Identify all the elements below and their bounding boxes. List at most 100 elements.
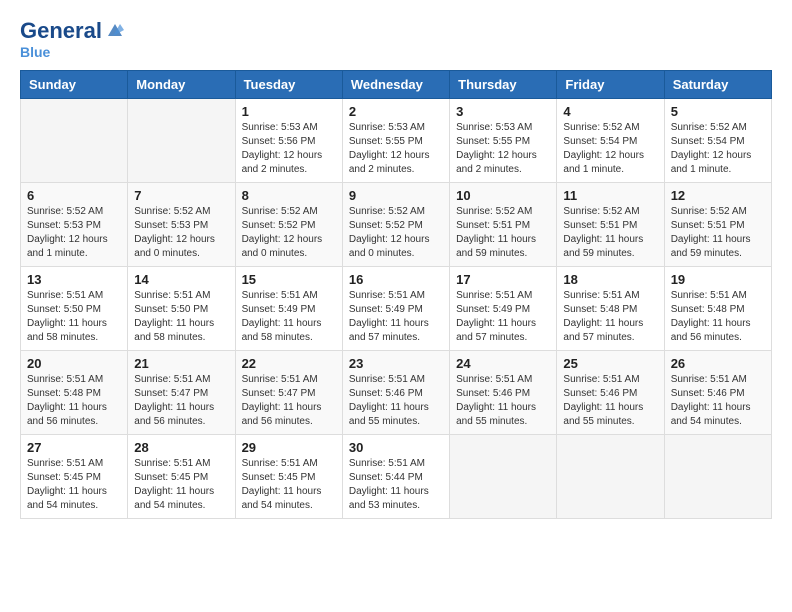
day-number: 12 [671,188,765,203]
calendar-cell: 21 Sunrise: 5:51 AM Sunset: 5:47 PM Dayli… [128,351,235,435]
page-header: General Blue [20,20,772,60]
day-number: 29 [242,440,336,455]
day-info: Sunrise: 5:51 AM Sunset: 5:48 PM Dayligh… [27,373,121,429]
calendar-cell: 20 Sunrise: 5:51 AM Sunset: 5:48 PM Dayli… [21,351,128,435]
calendar-cell: 8 Sunrise: 5:52 AM Sunset: 5:52 PM Daylig… [235,183,342,267]
calendar-cell: 25Sunrise: 5:51 AM Sunset: 5:46 PM Dayli… [557,351,664,435]
day-info: Sunrise: 5:51 AM Sunset: 5:46 PM Dayligh… [671,373,765,429]
day-info: Sunrise: 5:51 AM Sunset: 5:50 PM Dayligh… [134,289,228,345]
day-info: Sunrise: 5:52 AM Sunset: 5:51 PM Dayligh… [563,205,657,261]
day-info: Sunrise: 5:53 AM Sunset: 5:56 PM Dayligh… [242,121,336,177]
day-number: 28 [134,440,228,455]
day-number: 23 [349,356,443,371]
day-number: 5 [671,104,765,119]
day-number: 24 [456,356,550,371]
day-info: Sunrise: 5:51 AM Sunset: 5:49 PM Dayligh… [242,289,336,345]
day-info: Sunrise: 5:51 AM Sunset: 5:49 PM Dayligh… [349,289,443,345]
calendar-cell: 10 Sunrise: 5:52 AM Sunset: 5:51 PM Dayli… [450,183,557,267]
week-row-5: 27 Sunrise: 5:51 AM Sunset: 5:45 PM Dayli… [21,435,772,519]
calendar-cell: 23 Sunrise: 5:51 AM Sunset: 5:46 PM Dayli… [342,351,449,435]
day-info: Sunrise: 5:51 AM Sunset: 5:46 PM Dayligh… [563,373,657,429]
calendar-cell: 1 Sunrise: 5:53 AM Sunset: 5:56 PM Daylig… [235,99,342,183]
day-info: Sunrise: 5:52 AM Sunset: 5:52 PM Dayligh… [242,205,336,261]
weekday-header-monday: Monday [128,71,235,99]
day-info: Sunrise: 5:51 AM Sunset: 5:46 PM Dayligh… [456,373,550,429]
day-number: 9 [349,188,443,203]
day-info: Sunrise: 5:51 AM Sunset: 5:44 PM Dayligh… [349,457,443,513]
weekday-header-tuesday: Tuesday [235,71,342,99]
weekday-header-thursday: Thursday [450,71,557,99]
week-row-3: 13 Sunrise: 5:51 AM Sunset: 5:50 PM Dayli… [21,267,772,351]
calendar-cell [557,435,664,519]
week-row-1: 1 Sunrise: 5:53 AM Sunset: 5:56 PM Daylig… [21,99,772,183]
day-info: Sunrise: 5:51 AM Sunset: 5:50 PM Dayligh… [27,289,121,345]
day-number: 16 [349,272,443,287]
calendar: SundayMondayTuesdayWednesdayThursdayFrid… [20,70,772,519]
weekday-header-friday: Friday [557,71,664,99]
day-info: Sunrise: 5:52 AM Sunset: 5:54 PM Dayligh… [671,121,765,177]
day-number: 21 [134,356,228,371]
calendar-cell: 5 Sunrise: 5:52 AM Sunset: 5:54 PM Daylig… [664,99,771,183]
day-number: 30 [349,440,443,455]
calendar-cell: 3Sunrise: 5:53 AM Sunset: 5:55 PM Daylig… [450,99,557,183]
calendar-cell: 26 Sunrise: 5:51 AM Sunset: 5:46 PM Dayli… [664,351,771,435]
calendar-cell: 15 Sunrise: 5:51 AM Sunset: 5:49 PM Dayli… [235,267,342,351]
calendar-cell: 16 Sunrise: 5:51 AM Sunset: 5:49 PM Dayli… [342,267,449,351]
day-number: 3 [456,104,550,119]
day-number: 15 [242,272,336,287]
logo-blue: Blue [20,44,50,60]
calendar-cell: 13 Sunrise: 5:51 AM Sunset: 5:50 PM Dayli… [21,267,128,351]
day-number: 22 [242,356,336,371]
calendar-cell: 12 Sunrise: 5:52 AM Sunset: 5:51 PM Dayli… [664,183,771,267]
day-number: 10 [456,188,550,203]
calendar-cell: 14Sunrise: 5:51 AM Sunset: 5:50 PM Dayli… [128,267,235,351]
day-number: 13 [27,272,121,287]
day-info: Sunrise: 5:51 AM Sunset: 5:47 PM Dayligh… [134,373,228,429]
day-info: Sunrise: 5:51 AM Sunset: 5:45 PM Dayligh… [27,457,121,513]
day-info: Sunrise: 5:52 AM Sunset: 5:54 PM Dayligh… [563,121,657,177]
day-info: Sunrise: 5:52 AM Sunset: 5:51 PM Dayligh… [456,205,550,261]
weekday-header-wednesday: Wednesday [342,71,449,99]
day-info: Sunrise: 5:52 AM Sunset: 5:53 PM Dayligh… [134,205,228,261]
day-info: Sunrise: 5:51 AM Sunset: 5:47 PM Dayligh… [242,373,336,429]
day-number: 8 [242,188,336,203]
calendar-cell [664,435,771,519]
day-number: 19 [671,272,765,287]
day-info: Sunrise: 5:52 AM Sunset: 5:53 PM Dayligh… [27,205,121,261]
day-number: 11 [563,188,657,203]
logo: General Blue [20,20,126,60]
day-info: Sunrise: 5:53 AM Sunset: 5:55 PM Dayligh… [349,121,443,177]
day-number: 2 [349,104,443,119]
calendar-cell: 6 Sunrise: 5:52 AM Sunset: 5:53 PM Daylig… [21,183,128,267]
calendar-cell [21,99,128,183]
calendar-cell: 24 Sunrise: 5:51 AM Sunset: 5:46 PM Dayli… [450,351,557,435]
day-info: Sunrise: 5:52 AM Sunset: 5:51 PM Dayligh… [671,205,765,261]
calendar-cell: 7Sunrise: 5:52 AM Sunset: 5:53 PM Daylig… [128,183,235,267]
calendar-cell: 27 Sunrise: 5:51 AM Sunset: 5:45 PM Dayli… [21,435,128,519]
calendar-cell: 2 Sunrise: 5:53 AM Sunset: 5:55 PM Daylig… [342,99,449,183]
weekday-header-sunday: Sunday [21,71,128,99]
logo-general: General [20,20,102,42]
day-number: 26 [671,356,765,371]
day-number: 18 [563,272,657,287]
day-number: 4 [563,104,657,119]
calendar-cell: 29Sunrise: 5:51 AM Sunset: 5:45 PM Dayli… [235,435,342,519]
weekday-header-row: SundayMondayTuesdayWednesdayThursdayFrid… [21,71,772,99]
day-info: Sunrise: 5:51 AM Sunset: 5:48 PM Dayligh… [563,289,657,345]
calendar-cell: 22 Sunrise: 5:51 AM Sunset: 5:47 PM Dayli… [235,351,342,435]
week-row-4: 20 Sunrise: 5:51 AM Sunset: 5:48 PM Dayli… [21,351,772,435]
day-info: Sunrise: 5:51 AM Sunset: 5:45 PM Dayligh… [134,457,228,513]
calendar-cell [450,435,557,519]
calendar-cell: 11 Sunrise: 5:52 AM Sunset: 5:51 PM Dayli… [557,183,664,267]
day-number: 20 [27,356,121,371]
day-number: 27 [27,440,121,455]
day-number: 1 [242,104,336,119]
calendar-cell: 4 Sunrise: 5:52 AM Sunset: 5:54 PM Daylig… [557,99,664,183]
day-number: 6 [27,188,121,203]
calendar-cell: 17Sunrise: 5:51 AM Sunset: 5:49 PM Dayli… [450,267,557,351]
calendar-cell: 30 Sunrise: 5:51 AM Sunset: 5:44 PM Dayli… [342,435,449,519]
calendar-cell: 19 Sunrise: 5:51 AM Sunset: 5:48 PM Dayli… [664,267,771,351]
day-info: Sunrise: 5:51 AM Sunset: 5:46 PM Dayligh… [349,373,443,429]
day-info: Sunrise: 5:51 AM Sunset: 5:48 PM Dayligh… [671,289,765,345]
weekday-header-saturday: Saturday [664,71,771,99]
